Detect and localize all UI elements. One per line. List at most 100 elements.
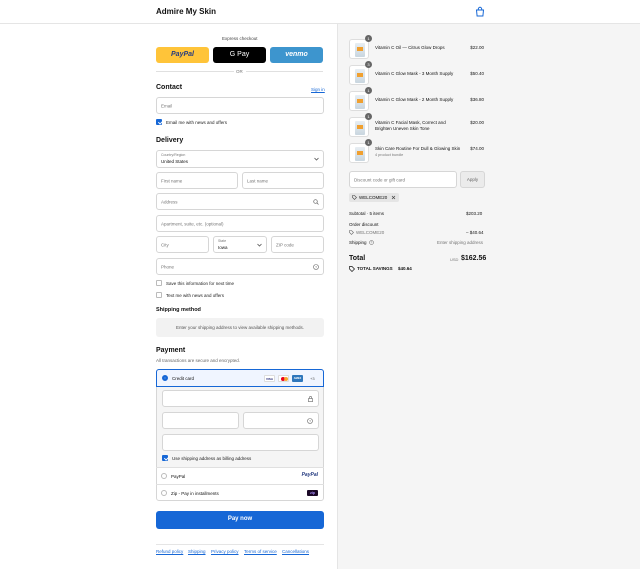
address-field[interactable]: Address xyxy=(156,193,324,210)
info-icon[interactable]: ? xyxy=(369,240,374,245)
total-label: Total xyxy=(349,255,366,262)
zip-logo: zip xyxy=(307,490,318,496)
discount-code-placeholder: Discount code or gift card xyxy=(354,177,406,182)
discount-tag: WELCOME20 xyxy=(349,193,399,202)
refund-policy-link[interactable]: Refund policy xyxy=(156,549,183,554)
search-icon xyxy=(313,199,319,205)
chevron-down-icon xyxy=(257,243,262,247)
quantity-badge: 1 xyxy=(365,35,372,42)
help-icon[interactable]: ? xyxy=(307,418,313,424)
venmo-logo: venmo xyxy=(285,51,308,58)
amex-icon: AMEX xyxy=(292,375,303,382)
chevron-down-icon xyxy=(314,157,319,161)
subtotal-label: Subtotal · 5 items xyxy=(349,211,385,216)
svg-text:?: ? xyxy=(315,265,317,269)
google-pay-button[interactable]: G Pay xyxy=(213,47,266,63)
sign-in-link[interactable]: Sign in xyxy=(311,87,325,92)
order-discount-label: Order discount xyxy=(349,222,379,227)
venmo-button[interactable]: venmo xyxy=(270,47,323,63)
zip-placeholder: ZIP code xyxy=(276,242,294,247)
privacy-policy-link[interactable]: Privacy policy xyxy=(211,549,239,554)
remove-discount-icon[interactable] xyxy=(391,195,396,200)
name-on-card-field[interactable] xyxy=(162,434,319,451)
shipping-value: Enter shipping address xyxy=(437,240,484,245)
paypal-logo: PayPal xyxy=(301,472,318,478)
first-name-field[interactable]: First name xyxy=(156,172,238,189)
subtotal-value: $203.20 xyxy=(466,211,483,216)
credit-card-radio[interactable] xyxy=(162,375,168,381)
quantity-badge: 1 xyxy=(365,87,372,94)
cancellations-link[interactable]: Cancellations xyxy=(282,549,309,554)
card-number-field[interactable] xyxy=(162,390,319,407)
product-subtitle: 4 product bundle xyxy=(375,153,404,157)
credit-card-label: Credit card xyxy=(172,376,195,381)
save-info-checkbox[interactable] xyxy=(156,280,162,286)
quantity-badge: 1 xyxy=(365,139,372,146)
more-cards-label: +3 xyxy=(310,376,315,381)
product-image xyxy=(349,65,369,85)
city-placeholder: City xyxy=(161,242,169,247)
tag-icon xyxy=(352,195,357,200)
tag-icon xyxy=(349,230,354,235)
contact-heading: Contact xyxy=(156,84,183,91)
store-name[interactable]: Admire My Skin xyxy=(156,7,216,16)
zip-field[interactable]: ZIP code xyxy=(271,236,324,253)
paypal-express-button[interactable]: PayPal xyxy=(156,47,209,63)
shipping-method-heading: Shipping method xyxy=(156,307,201,313)
product-price: $20.00 xyxy=(470,120,484,125)
zip-option[interactable]: Zip - Pay in installments zip xyxy=(156,484,324,501)
country-value: United States xyxy=(161,159,189,164)
or-divider-label: OR xyxy=(236,69,243,74)
discount-code-field[interactable]: Discount code or gift card xyxy=(349,171,457,188)
security-code-field[interactable]: ? xyxy=(243,412,319,429)
credit-card-option[interactable]: Credit card VISA AMEX +3 xyxy=(156,369,324,387)
terms-of-service-link[interactable]: Terms of service xyxy=(244,549,277,554)
gpay-logo: G Pay xyxy=(229,51,250,58)
email-placeholder: Email xyxy=(161,103,173,108)
discount-tag-code: WELCOME20 xyxy=(359,195,388,200)
email-field[interactable]: Email xyxy=(156,97,324,114)
text-news-label: Text me with news and offers xyxy=(166,293,224,298)
pay-now-button[interactable]: Pay now xyxy=(156,511,324,529)
billing-same-checkbox[interactable] xyxy=(162,455,168,461)
save-info-label: Save this information for next time xyxy=(166,281,235,286)
email-news-checkbox[interactable] xyxy=(156,119,162,125)
express-checkout-title: Express checkout xyxy=(222,36,258,41)
text-news-checkbox[interactable] xyxy=(156,292,162,298)
svg-text:?: ? xyxy=(309,419,311,423)
paypal-radio[interactable] xyxy=(161,473,167,479)
last-name-placeholder: Last name xyxy=(247,178,269,183)
apply-button[interactable]: Apply xyxy=(460,171,485,188)
product-price: $50.40 xyxy=(470,71,484,76)
shipping-link[interactable]: Shipping xyxy=(188,549,206,554)
divider-right xyxy=(246,71,323,72)
product-image xyxy=(349,117,369,137)
lock-icon xyxy=(308,396,313,402)
expiration-field[interactable] xyxy=(162,412,239,429)
paypal-label: PayPal xyxy=(171,474,186,479)
paypal-option[interactable]: PayPal PayPal xyxy=(156,467,324,484)
state-select[interactable]: State Iowa xyxy=(213,236,267,253)
savings-label: TOTAL SAVINGS xyxy=(357,266,393,271)
last-name-field[interactable]: Last name xyxy=(242,172,324,189)
product-image xyxy=(349,143,369,163)
delivery-heading: Delivery xyxy=(156,137,184,144)
help-icon[interactable]: ? xyxy=(313,264,319,270)
apartment-field[interactable]: Apartment, suite, etc. (optional) xyxy=(156,215,324,232)
paypal-logo: PayPal xyxy=(171,51,194,58)
state-value: Iowa xyxy=(218,245,228,250)
product-name: Vitamin C Facial Mask, Correct and Brigh… xyxy=(375,120,446,131)
apartment-placeholder: Apartment, suite, etc. (optional) xyxy=(161,221,224,226)
visa-icon: VISA xyxy=(264,375,275,382)
product-price: $74.00 xyxy=(470,146,484,151)
quantity-badge: 3 xyxy=(365,61,372,68)
cart-bag-icon[interactable] xyxy=(474,6,486,18)
order-summary-panel xyxy=(337,24,640,569)
zip-label: Zip - Pay in installments xyxy=(171,491,219,496)
country-select[interactable]: Country/Region United States xyxy=(156,150,324,168)
billing-same-label: Use shipping address as billing address xyxy=(172,456,252,461)
zip-radio[interactable] xyxy=(161,490,167,496)
phone-field[interactable]: Phone ? xyxy=(156,258,324,275)
city-field[interactable]: City xyxy=(156,236,209,253)
country-label: Country/Region xyxy=(161,153,186,157)
